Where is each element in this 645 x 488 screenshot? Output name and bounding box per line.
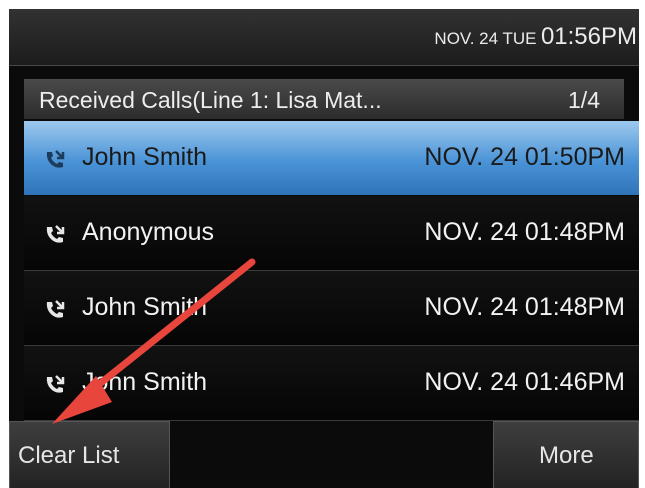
received-call-icon <box>46 225 65 243</box>
caller-name: Anonymous <box>82 218 215 246</box>
call-row[interactable]: John Smith NOV. 24 01:46PM <box>24 346 639 421</box>
date-time: NOV. 24 TUE 01:56PM <box>434 23 637 51</box>
call-time: NOV. 24 01:48PM <box>424 218 625 246</box>
clear-list-label: Clear List <box>18 442 120 469</box>
call-time: NOV. 24 01:48PM <box>424 293 625 321</box>
status-date: NOV. 24 TUE <box>434 29 537 48</box>
call-time: NOV. 24 01:46PM <box>424 368 625 396</box>
call-row[interactable]: Anonymous NOV. 24 01:48PM <box>24 196 639 271</box>
received-call-icon <box>46 375 65 393</box>
call-row[interactable]: John Smith NOV. 24 01:50PM <box>24 121 639 195</box>
clear-list-button[interactable]: Clear List <box>9 421 170 488</box>
caller-name: John Smith <box>82 368 208 396</box>
list-title: Received Calls(Line 1: Lisa Mat... <box>39 87 382 113</box>
call-row[interactable]: John Smith NOV. 24 01:48PM <box>24 271 639 346</box>
status-bar: NOV. 24 TUE 01:56PM <box>9 9 639 66</box>
phone-screen: NOV. 24 TUE 01:56PM Received Calls(Line … <box>9 9 639 488</box>
status-time: 01:56PM <box>540 23 637 50</box>
caller-name: John Smith <box>82 293 208 321</box>
caller-name: John Smith <box>82 143 208 171</box>
list-header: Received Calls(Line 1: Lisa Mat... 1/4 <box>24 79 624 119</box>
more-label: More <box>539 442 594 469</box>
call-time: NOV. 24 01:50PM <box>424 143 625 171</box>
more-button[interactable]: More <box>493 421 639 488</box>
received-call-icon <box>46 300 65 318</box>
page-indicator: 1/4 <box>568 87 600 113</box>
received-call-icon <box>46 150 65 168</box>
